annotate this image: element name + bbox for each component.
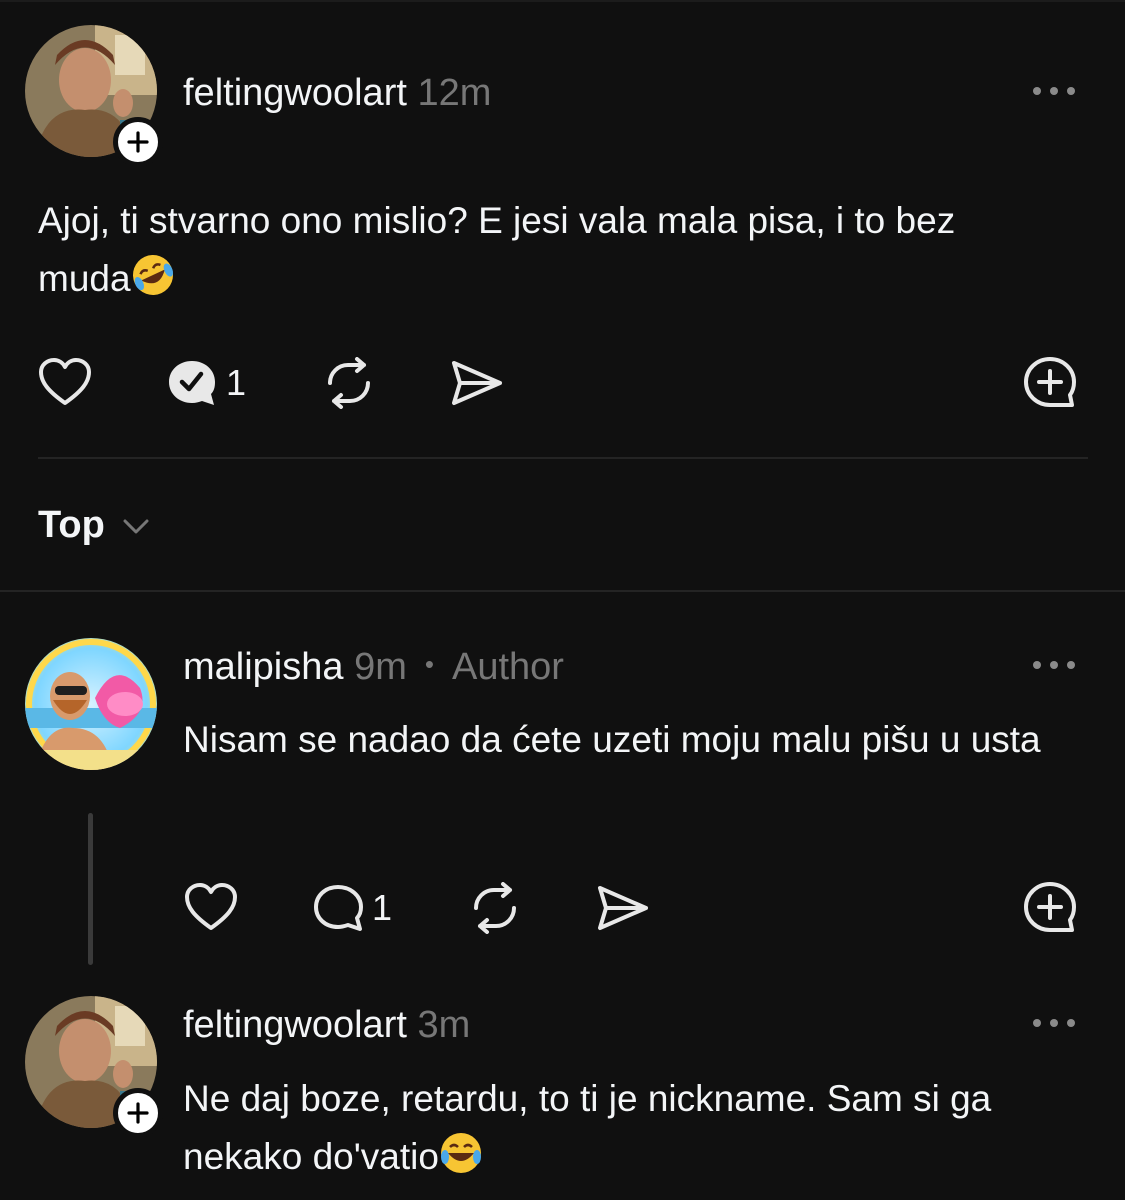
follow-button[interactable] [113,1088,163,1138]
rolling-laughing-emoji [132,255,173,295]
follow-button[interactable] [113,117,163,167]
share-button[interactable] [450,357,504,409]
reply-button[interactable]: 1 [166,358,246,408]
username[interactable]: feltingwoolart [183,1004,407,1046]
post-text: Ne daj boze, retardu, to ti je nickname.… [183,1078,992,1177]
username[interactable]: feltingwoolart [183,72,407,114]
repost-button[interactable] [322,357,376,409]
heart-icon [39,358,91,405]
reply-checked-icon [169,361,215,405]
divider [0,590,1125,592]
send-icon [452,361,502,405]
post-header: feltingwoolart 12m [183,72,491,115]
thread-line [88,813,93,965]
tears-of-joy-emoji [440,1133,481,1173]
more-options-icon[interactable] [1031,1016,1077,1030]
repost-button[interactable] [468,882,522,934]
more-options-icon[interactable] [1031,658,1077,672]
author-tag: Author [452,646,564,688]
avatar-malipisha[interactable] [25,638,157,770]
quote-button[interactable] [1022,880,1078,934]
quote-add-icon [1024,882,1076,932]
sort-dropdown[interactable]: Top [38,504,151,547]
top-divider [0,0,1125,2]
post-text: Nisam se nadao da ćete uzeti moju malu p… [183,719,1041,760]
reply-count: 1 [372,887,393,928]
repost-icon [328,357,370,409]
timestamp: 3m [417,1004,471,1046]
timestamp: 12m [417,72,492,114]
share-button[interactable] [596,882,650,934]
separator-dot: • [424,649,434,680]
like-button[interactable] [38,357,92,407]
quote-add-icon [1024,357,1076,407]
plus-icon [127,1102,149,1124]
post-header: feltingwoolart 3m [183,1004,470,1047]
quote-button[interactable] [1022,355,1078,409]
divider [38,457,1088,459]
sort-label: Top [38,504,105,546]
plus-icon [127,131,149,153]
post-text: Ajoj, ti stvarno ono mislio? E jesi vala… [38,192,1038,308]
username[interactable]: malipisha [183,646,344,688]
timestamp: 9m [354,646,407,688]
like-button[interactable] [184,882,238,932]
repost-icon [474,882,516,934]
reply-button[interactable]: 1 [312,883,392,933]
more-options-icon[interactable] [1031,84,1077,98]
post-header: malipisha 9m • Author [183,646,564,689]
reply-icon [314,885,363,931]
chevron-down-icon [123,519,149,533]
send-icon [598,886,648,930]
reply-count: 1 [226,362,247,403]
heart-icon [185,883,237,930]
